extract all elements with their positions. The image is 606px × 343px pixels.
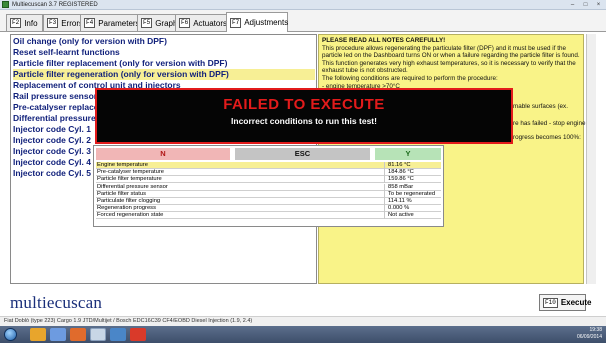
param-name: Engine temperature (97, 162, 148, 168)
param-value: 184.86 °C (388, 169, 414, 176)
player-icon[interactable] (70, 328, 86, 341)
notes-line: This procedure allows regenerating the p… (322, 44, 566, 52)
start-icon[interactable] (4, 328, 17, 341)
tab-strip: F2 Info F3 Errors F4 Parameters F5 Graph… (0, 10, 606, 32)
table-row: Differential pressure sensor 858 mBar (96, 183, 441, 191)
esc-button[interactable]: ESC (235, 148, 370, 160)
tab-fkey: F2 (10, 18, 22, 28)
browser-icon[interactable] (110, 328, 126, 341)
clock-time: 19:38 (589, 327, 602, 333)
yes-button[interactable]: Y (375, 148, 441, 160)
list-item[interactable]: Particle filter replacement (only for ve… (13, 58, 315, 69)
vertical-scrollbar[interactable] (586, 34, 596, 284)
param-value: Not active (388, 212, 414, 219)
param-name: Particulate filter clogging (97, 198, 161, 204)
notes-heading: PLEASE READ ALL NOTES CAREFULLY! (322, 37, 446, 44)
param-value: To be regenerated (388, 190, 436, 197)
param-value: 81.16 °C (388, 162, 411, 168)
table-row: Particle filter status To be regenerated (96, 190, 441, 198)
execute-fkey: F10 (543, 297, 558, 308)
param-name: Differential pressure sensor (97, 183, 168, 190)
execute-label: Execute (560, 298, 592, 307)
clock-date: 06/09/2014 (576, 334, 602, 340)
tab-graph[interactable]: F5 Graph (137, 14, 180, 31)
tab-fkey: F5 (141, 18, 153, 28)
tab-label: Info (24, 18, 38, 28)
tab-label: Actuators (193, 18, 227, 28)
notes-line: The following conditions are required to… (322, 74, 498, 82)
decision-buttons: N ESC Y (96, 148, 441, 160)
param-value: 159.86 °C (388, 176, 414, 183)
tab-adjustments[interactable]: F7 Adjustments (226, 12, 288, 32)
error-title: FAILED TO EXECUTE (223, 96, 385, 113)
list-item[interactable]: Oil change (only for version with DPF) (13, 36, 315, 47)
system-clock[interactable]: 19:38 06/09/2014 (577, 327, 602, 341)
param-name: Particle filter temperature (97, 176, 162, 183)
window-title: Multiecuscan 3.7 REGISTERED (12, 2, 98, 8)
param-name: Regeneration progress (97, 205, 156, 212)
list-item[interactable]: Reset self-learnt functions (13, 47, 315, 58)
app-icon (2, 1, 9, 8)
tab-fkey: F3 (47, 18, 59, 28)
notes-line: This function generates very high exhaus… (322, 59, 576, 67)
tab-label: Parameters (98, 18, 140, 28)
app2-icon[interactable] (130, 328, 146, 341)
table-row: Regeneration progress 0.000 % (96, 205, 441, 213)
param-name: Particle filter status (97, 190, 146, 197)
table-row: Engine temperature 81.16 °C (96, 162, 441, 170)
param-name: Forced regeneration state (97, 212, 164, 219)
error-message: Incorrect conditions to run this test! (231, 116, 377, 126)
table-row: Pre-catalyser temperature 184.86 °C (96, 169, 441, 177)
brand-logo: multiecuscan (10, 293, 103, 312)
app-task-icon[interactable] (90, 328, 106, 341)
param-value: 858 mBar (388, 183, 414, 190)
tab-fkey: F6 (179, 18, 191, 28)
tab-fkey: F4 (84, 18, 96, 28)
error-dialog: FAILED TO EXECUTE Incorrect conditions t… (95, 88, 513, 144)
table-row: Particle filter temperature 159.86 °C (96, 176, 441, 184)
param-value: 114.11 % (388, 198, 412, 204)
tab-actuators[interactable]: F6 Actuators (175, 14, 228, 31)
list-item-selected[interactable]: Particle filter regeneration (only for v… (13, 69, 315, 80)
notes-line: exhaust tube is not obstructed. (322, 67, 408, 75)
table-row: Particulate filter clogging 114.11 % (96, 198, 441, 206)
window-title-bar: Multiecuscan 3.7 REGISTERED – □ × (0, 0, 606, 10)
status-bar: Fiat Doblò (type 223) Cargo 1.9 JTD/Mult… (0, 316, 606, 326)
table-row: Forced regeneration state Not active (96, 212, 441, 220)
tab-label: Adjustments (244, 18, 289, 27)
notes-line: particle led on the Dashboard turns ON o… (322, 52, 580, 60)
notes-partial-text: rogress becomes 100%: (513, 134, 581, 141)
param-value: 0.000 % (388, 205, 410, 212)
vehicle-status: Fiat Doblò (type 223) Cargo 1.9 JTD/Mult… (4, 318, 253, 324)
minimize-button[interactable]: – (567, 2, 578, 9)
notes-partial-text: mable surfaces (ex. (513, 103, 568, 110)
execute-button[interactable]: F10 Execute (539, 294, 592, 311)
explorer-icon[interactable] (30, 328, 46, 341)
param-name: Pre-catalyser temperature (97, 169, 165, 176)
tab-fkey: F7 (230, 17, 242, 28)
no-button[interactable]: N (96, 148, 230, 160)
close-button[interactable]: × (593, 2, 604, 9)
taskbar: 19:38 06/09/2014 (0, 326, 606, 343)
regeneration-dialog: N ESC Y Engine temperature 81.16 °C Pre-… (93, 145, 444, 227)
media-icon[interactable] (50, 328, 66, 341)
notes-partial-text: re has failed - stop engine (513, 120, 586, 127)
tab-info[interactable]: F2 Info (6, 14, 43, 31)
maximize-button[interactable]: □ (580, 2, 591, 9)
